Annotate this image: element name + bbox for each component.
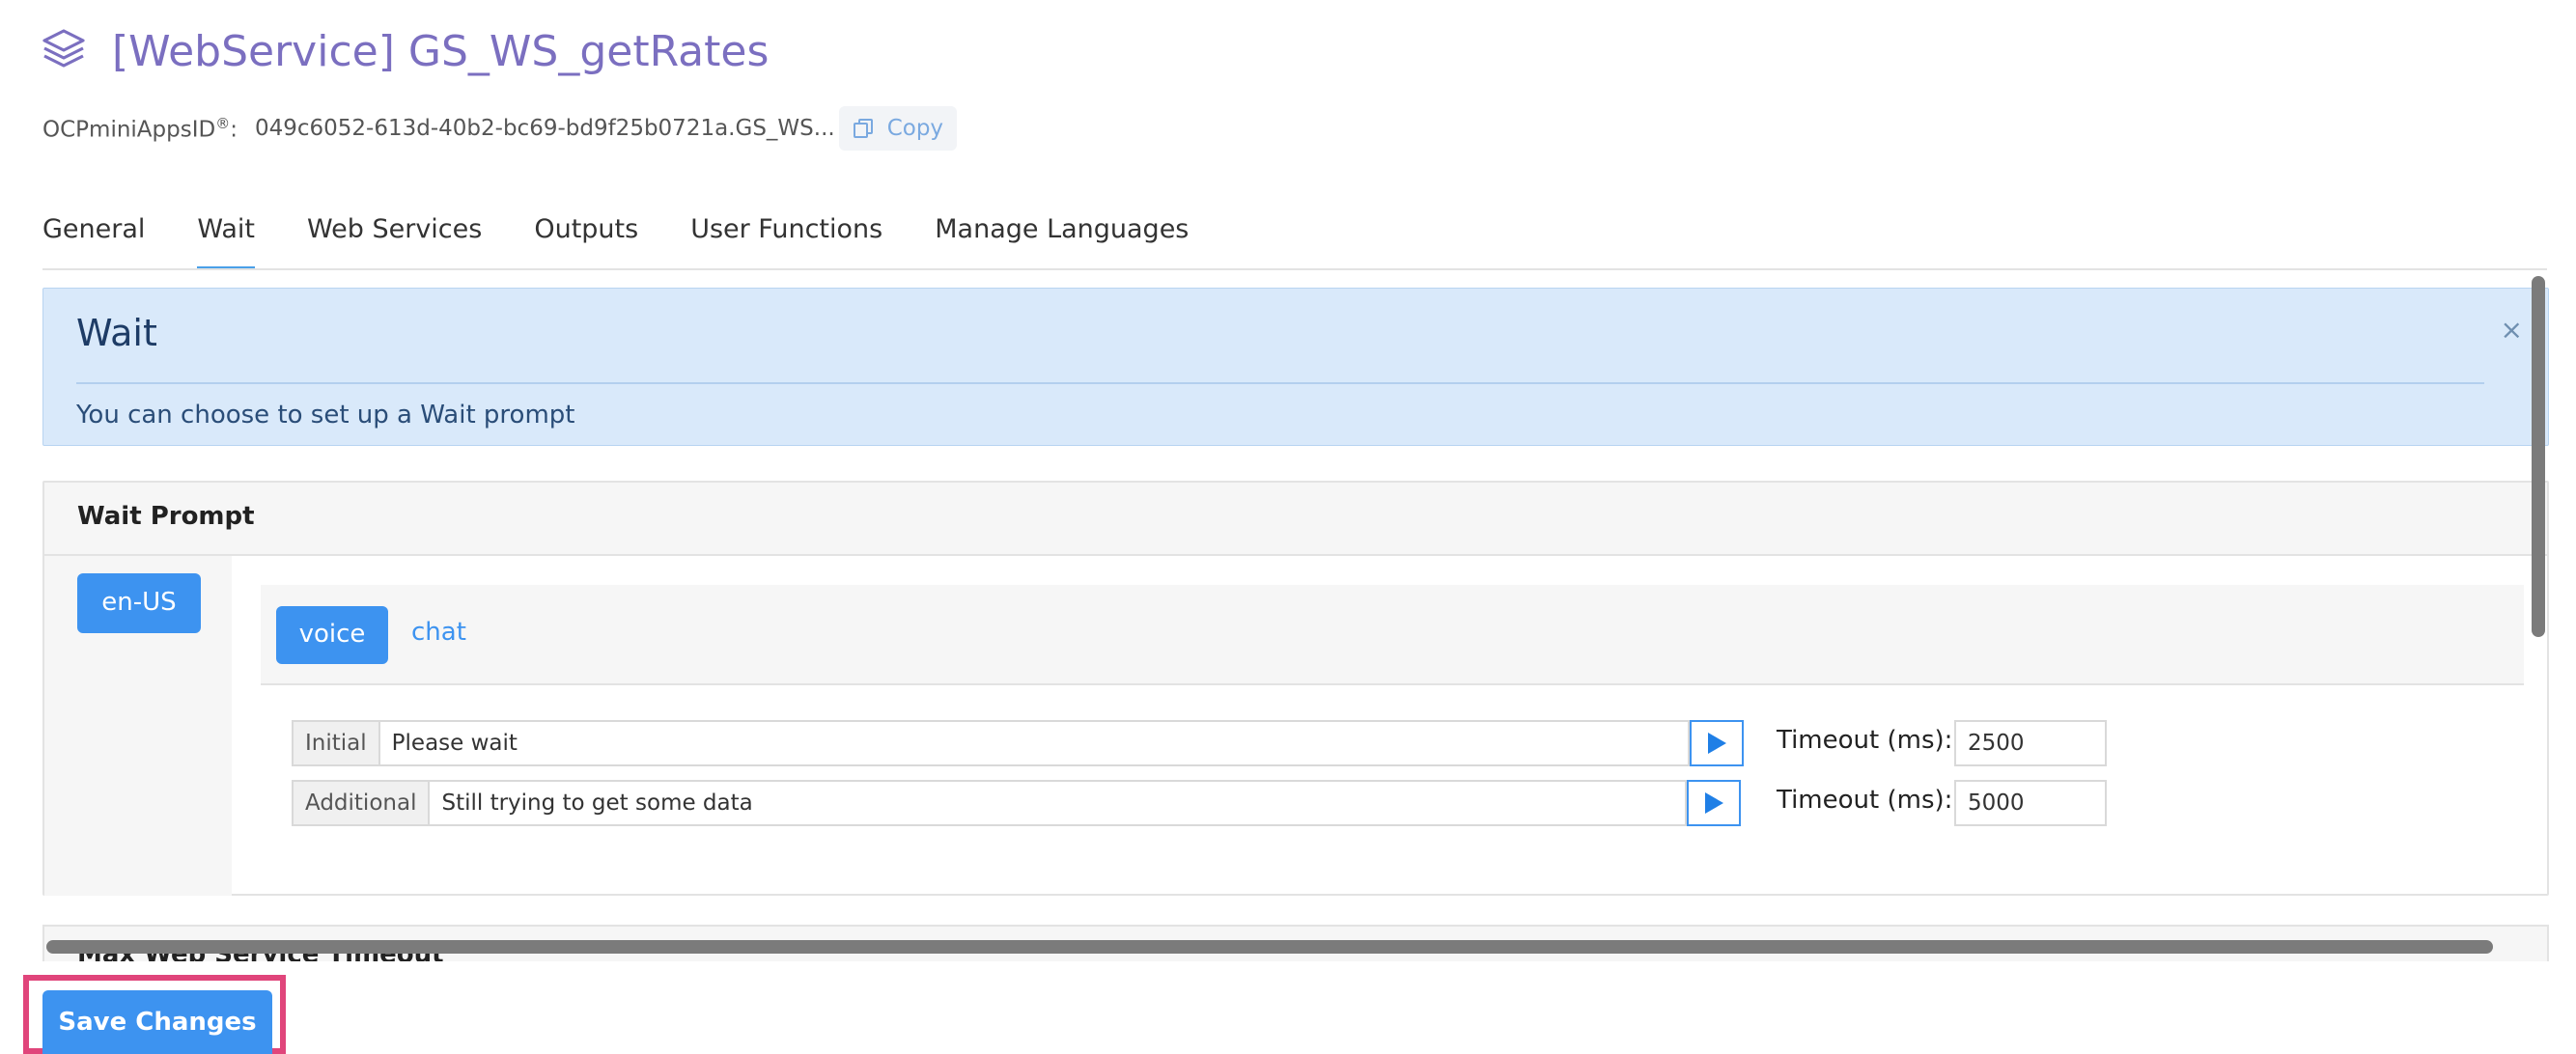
layers-icon xyxy=(41,27,87,73)
initial-timeout-label: Timeout (ms): xyxy=(1777,726,1953,755)
tab-manage-languages[interactable]: Manage Languages xyxy=(935,203,1189,270)
initial-prompt-row: Initial Please wait xyxy=(292,720,1744,766)
additional-timeout-input[interactable]: 5000 xyxy=(1954,780,2107,826)
copy-icon xyxy=(853,119,873,138)
horizontal-scrollbar[interactable] xyxy=(46,940,2493,954)
tabs-divider xyxy=(42,268,2547,270)
app-id-label: OCPminiAppsID®: xyxy=(42,114,238,143)
close-icon[interactable]: × xyxy=(2501,314,2523,346)
tab-web-services[interactable]: Web Services xyxy=(307,203,482,270)
app-id-value: 049c6052-613d-40b2-bc69-bd9f25b0721a.GS_… xyxy=(254,116,835,141)
additional-label: Additional xyxy=(292,780,429,826)
play-additional-button[interactable] xyxy=(1687,780,1742,826)
language-button-en-us[interactable]: en-US xyxy=(77,573,201,633)
page-title: [WebService] GS_WS_getRates xyxy=(112,27,770,76)
channel-tabs: voice chat xyxy=(261,585,2524,685)
initial-prompt-input[interactable]: Please wait xyxy=(378,720,1690,766)
wait-prompt-header: Wait Prompt xyxy=(44,483,2547,556)
app-id-row: OCPminiAppsID®: 049c6052-613d-40b2-bc69-… xyxy=(42,104,958,153)
initial-timeout-input[interactable]: 2500 xyxy=(1954,720,2107,766)
copy-button[interactable]: Copy xyxy=(838,106,958,151)
tab-bar: General Wait Web Services Outputs User F… xyxy=(42,203,1241,270)
wait-prompt-card: Wait Prompt en-US voice chat Initial Ple… xyxy=(42,481,2549,896)
language-column: en-US xyxy=(44,556,232,896)
alert-text: You can choose to set up a Wait prompt xyxy=(76,401,575,430)
info-alert: Wait You can choose to set up a Wait pro… xyxy=(42,288,2549,446)
initial-label: Initial xyxy=(292,720,378,766)
alert-divider xyxy=(76,382,2484,384)
tab-content: Wait You can choose to set up a Wait pro… xyxy=(42,280,2549,961)
wait-prompt-title: Wait Prompt xyxy=(77,502,255,531)
tab-chat[interactable]: chat xyxy=(411,618,466,647)
tab-outputs[interactable]: Outputs xyxy=(534,203,638,270)
play-icon xyxy=(1705,792,1724,814)
save-changes-button[interactable]: Save Changes xyxy=(42,990,272,1054)
play-icon xyxy=(1707,733,1726,754)
tab-voice[interactable]: voice xyxy=(276,606,388,664)
tab-wait[interactable]: Wait xyxy=(197,203,255,270)
tab-general[interactable]: General xyxy=(42,203,145,270)
play-initial-button[interactable] xyxy=(1689,720,1744,766)
additional-timeout-label: Timeout (ms): xyxy=(1777,786,1953,815)
additional-prompt-row: Additional Still trying to get some data xyxy=(292,780,1742,826)
vertical-scrollbar[interactable] xyxy=(2532,276,2545,637)
alert-title: Wait xyxy=(76,312,157,354)
additional-prompt-input[interactable]: Still trying to get some data xyxy=(428,780,1688,826)
tab-user-functions[interactable]: User Functions xyxy=(690,203,882,270)
copy-label: Copy xyxy=(886,116,944,141)
